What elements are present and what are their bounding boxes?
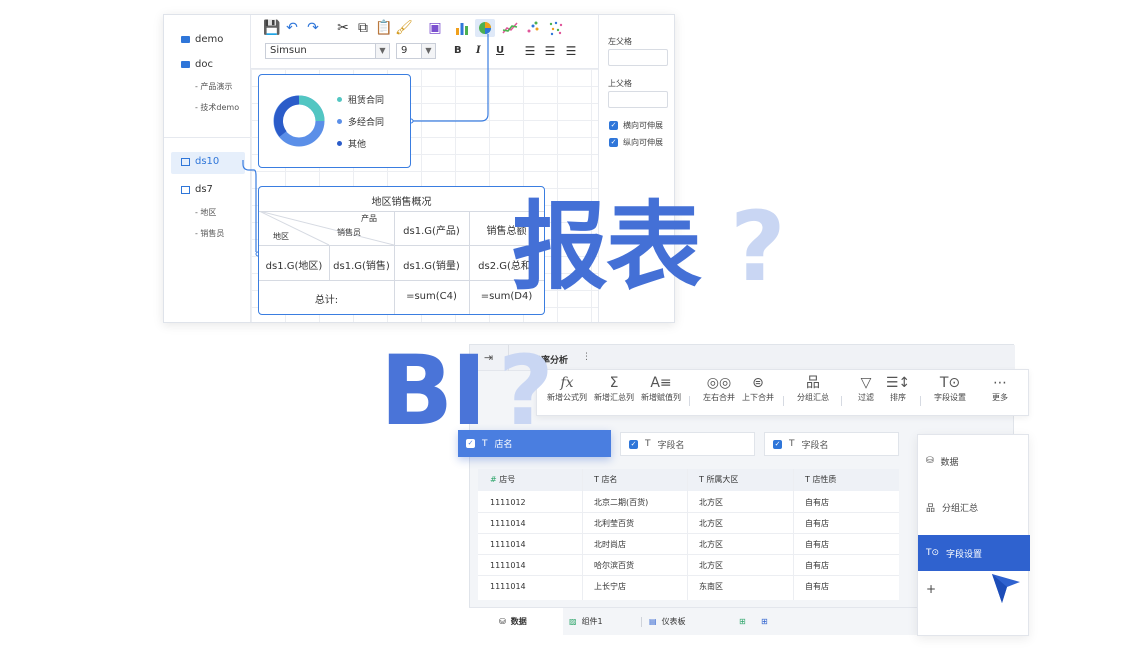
more-button[interactable]: ⋯ 更多 bbox=[985, 370, 1015, 403]
cell-sales[interactable]: ds1.G(销售) bbox=[329, 257, 394, 272]
field-settings-button[interactable]: T⊙ 字段设置 bbox=[930, 370, 970, 403]
table-cell: 东南区 bbox=[699, 582, 723, 591]
filter-button[interactable]: ▽ 过滤 bbox=[851, 370, 881, 403]
column-header[interactable]: T 店性质 bbox=[793, 469, 899, 491]
table-cell: 自有店 bbox=[805, 498, 829, 507]
headline-report: 报表 bbox=[512, 191, 702, 303]
cell-total-label[interactable]: 总计: bbox=[259, 291, 394, 306]
text-type-icon: T bbox=[805, 475, 810, 484]
more-icon: ⋯ bbox=[993, 375, 1007, 391]
table-cell: 北京二期(百货) bbox=[594, 498, 649, 507]
cell-region[interactable]: ds1.G(地区) bbox=[259, 257, 329, 272]
database-icon: ⛁ bbox=[926, 456, 934, 466]
merge-horizontal-icon: ◎◎ bbox=[706, 375, 732, 391]
database-icon: ⛁ bbox=[499, 617, 506, 626]
checkbox-checked-icon: ✓ bbox=[773, 439, 782, 449]
field-chip[interactable]: ✓ T 字段名 bbox=[764, 432, 899, 456]
sigma-icon: Σ bbox=[609, 375, 619, 391]
legend-item: 多经合同 bbox=[337, 115, 384, 128]
filter-icon: ▽ bbox=[860, 375, 872, 391]
table-cell: 北时尚店 bbox=[594, 540, 626, 549]
table-cell: 自有店 bbox=[805, 519, 829, 528]
table-cell: 自有店 bbox=[805, 540, 829, 549]
merge-vertical-icon: ⊜ bbox=[752, 375, 764, 391]
table-cell: 北方区 bbox=[699, 540, 723, 549]
table-cell: 自有店 bbox=[805, 582, 829, 591]
legend-dot-icon bbox=[337, 141, 342, 146]
table-cell: 1111014 bbox=[490, 519, 526, 528]
cell-product[interactable]: ds1.G(产品) bbox=[394, 222, 469, 237]
table-cell: 1111014 bbox=[490, 540, 526, 549]
cell-qty[interactable]: ds1.G(销量) bbox=[394, 257, 469, 272]
text-type-icon: T bbox=[645, 439, 651, 449]
table-cell: 北方区 bbox=[699, 498, 723, 507]
legend-dot-icon bbox=[337, 119, 342, 124]
table-title: 地区销售概况 bbox=[371, 197, 432, 208]
donut-slice-dark bbox=[274, 95, 300, 137]
table-cell: 北利莹百货 bbox=[594, 519, 634, 528]
number-type-icon: # bbox=[490, 475, 497, 484]
add-component-icon: ⊞ bbox=[739, 617, 746, 626]
headline-question-mark: ? bbox=[498, 335, 554, 447]
headline-bi: BI bbox=[380, 335, 487, 447]
table-cell: 北方区 bbox=[699, 561, 723, 570]
menu-item-data[interactable]: ⛁ 数据 bbox=[918, 443, 1030, 479]
exit-icon[interactable]: ⇥ bbox=[484, 351, 493, 364]
cursor-pointer-icon bbox=[992, 574, 1020, 603]
table-cell: 1111012 bbox=[490, 498, 526, 507]
group-icon: 品 bbox=[926, 503, 936, 514]
add-summary-column-button[interactable]: Σ 新增汇总列 bbox=[592, 370, 636, 403]
tab-dashboard[interactable]: ▤ 仪表板 bbox=[649, 608, 686, 635]
group-summary-button[interactable]: 品分组汇总 bbox=[793, 370, 833, 403]
text-type-icon: T bbox=[699, 475, 704, 484]
text-type-icon: T bbox=[594, 475, 599, 484]
more-vertical-icon[interactable]: ⋮ bbox=[582, 352, 591, 362]
merge-horizontal-button[interactable]: ◎◎ 左右合并 bbox=[701, 370, 737, 403]
donut-slice-teal bbox=[298, 95, 325, 122]
dashboard-icon: ▤ bbox=[649, 617, 657, 626]
column-header[interactable]: T 店名 bbox=[582, 469, 687, 491]
add-component-button[interactable]: ⊞ bbox=[739, 608, 746, 635]
add-dashboard-button[interactable]: ⊞ bbox=[761, 608, 768, 635]
diag-region-label: 地区 bbox=[273, 232, 289, 241]
component-icon: ▨ bbox=[569, 617, 577, 626]
cell-sum-c4[interactable]: =sum(C4) bbox=[394, 291, 469, 302]
table-cell: 自有店 bbox=[805, 561, 829, 570]
report-table-card[interactable]: 地区销售概况 产品 销售员 地区 ds1.G(产品) 销售总额 ds1.G(地区… bbox=[258, 186, 545, 315]
add-assign-column-button[interactable]: A≡ 新增赋值列 bbox=[639, 370, 683, 403]
legend-item: 租赁合同 bbox=[337, 93, 384, 106]
legend-item: 其他 bbox=[337, 137, 366, 150]
tab-data[interactable]: ⛁ 数据 bbox=[469, 608, 563, 635]
table-cell: 北方区 bbox=[699, 519, 723, 528]
diag-seller-label: 销售员 bbox=[337, 228, 361, 237]
column-header[interactable]: # 店号 bbox=[478, 469, 582, 491]
table-cell: 上长宁店 bbox=[594, 582, 626, 591]
sort-icon: ☰↕ bbox=[885, 375, 911, 391]
menu-item-field-settings[interactable]: T⊙ 字段设置 bbox=[918, 535, 1030, 571]
table-cell: 1111014 bbox=[490, 561, 526, 570]
field-settings-icon: T⊙ bbox=[939, 375, 961, 391]
column-header[interactable]: T 所属大区 bbox=[687, 469, 793, 491]
sort-button[interactable]: ☰↕ 排序 bbox=[883, 370, 913, 403]
diag-product-label: 产品 bbox=[361, 214, 377, 223]
menu-item-group-summary[interactable]: 品分组汇总 bbox=[918, 489, 1030, 525]
add-dashboard-icon: ⊞ bbox=[761, 617, 768, 626]
headline-question-mark: ? bbox=[730, 191, 786, 303]
table-cell: 哈尔滨百货 bbox=[594, 561, 634, 570]
data-preview-table: # 店号 T 店名 T 所属大区 T 店性质 1111012 北京二期(百货) … bbox=[478, 469, 899, 600]
text-type-icon: T bbox=[789, 439, 795, 449]
table-cell: 1111014 bbox=[490, 582, 526, 591]
chart-preview-card[interactable]: 租赁合同 多经合同 其他 bbox=[258, 74, 411, 168]
merge-vertical-button[interactable]: ⊜ 上下合并 bbox=[740, 370, 776, 403]
legend-dot-icon bbox=[337, 97, 342, 102]
checkbox-checked-icon: ✓ bbox=[629, 439, 638, 449]
group-icon: 品 bbox=[806, 375, 820, 391]
bi-operation-toolbar: fx 新增公式列 Σ 新增汇总列 A≡ 新增赋值列 ◎◎ 左右合并 ⊜ 上下合并 品分组汇… bbox=[536, 369, 1029, 416]
tab-component[interactable]: ▨ 组件1 bbox=[569, 608, 603, 635]
donut-chart bbox=[273, 95, 325, 147]
field-settings-icon: T⊙ bbox=[926, 548, 940, 558]
assign-icon: A≡ bbox=[650, 375, 672, 391]
field-chip[interactable]: ✓ T 字段名 bbox=[620, 432, 755, 456]
